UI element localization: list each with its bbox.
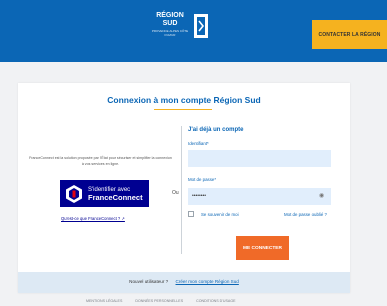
or-separator: Ou: [172, 190, 179, 196]
logo-line-1: RÉGION: [156, 12, 184, 19]
login-card: Connexion à mon compte Région Sud France…: [18, 83, 350, 293]
vertical-divider: [181, 126, 182, 254]
password-input[interactable]: ••••••••: [188, 188, 331, 205]
create-account-link[interactable]: Créer mon compte Région Sud: [176, 279, 239, 284]
footer-links: MENTIONS LÉGALES DONNÉES PERSONNELLES CO…: [86, 299, 248, 303]
logo-subtitle: PROVENCE ALPES CÔTE D'AZUR: [151, 29, 189, 37]
signup-band: Nouvel utilisateur ? Créer mon compte Ré…: [18, 272, 350, 293]
existing-account-heading: J'ai déjà un compte: [188, 127, 244, 133]
franceconnect-button[interactable]: S'identifier avec FranceConnect: [60, 180, 149, 207]
contact-region-button[interactable]: CONTACTER LA RÉGION: [312, 20, 387, 49]
remember-me[interactable]: Se souvenir de moi: [188, 211, 239, 217]
footer-link-terms[interactable]: CONDITIONS D'USAGE: [196, 299, 235, 303]
page-title: Connexion à mon compte Région Sud: [107, 95, 261, 105]
logo-text: RÉGION SUD PROVENCE ALPES CÔTE D'AZUR: [148, 12, 192, 37]
franceconnect-button-text: S'identifier avec FranceConnect: [88, 186, 143, 202]
signup-row: Nouvel utilisateur ? Créer mon compte Ré…: [18, 279, 350, 284]
password-label: Mot de passe*: [188, 177, 217, 182]
region-sud-logo[interactable]: RÉGION SUD PROVENCE ALPES CÔTE D'AZUR: [148, 12, 218, 52]
franceconnect-info-link[interactable]: Qu'est-ce que FranceConnect ? ↗: [61, 216, 125, 221]
eye-icon[interactable]: ◉: [319, 192, 324, 200]
login-button[interactable]: ME CONNECTER: [236, 236, 289, 260]
franceconnect-logo-icon: [66, 184, 82, 203]
site-header: RÉGION SUD PROVENCE ALPES CÔTE D'AZUR CO…: [0, 0, 387, 62]
remember-label: Se souvenir de moi: [201, 211, 239, 217]
logo-line-2: SUD: [162, 20, 178, 27]
forgot-password-link[interactable]: Mot de passe oublié ?: [284, 212, 327, 217]
new-user-text: Nouvel utilisateur ?: [129, 279, 169, 284]
franceconnect-description: FranceConnect est la solution proposée p…: [29, 156, 172, 166]
remember-checkbox[interactable]: [188, 211, 194, 217]
region-emblem-icon: [194, 14, 208, 38]
identifier-input[interactable]: [188, 150, 331, 167]
title-underline: [154, 109, 212, 110]
identifier-label: Identifiant*: [188, 141, 209, 146]
franceconnect-button-line2: FranceConnect: [88, 192, 143, 202]
footer-link-privacy[interactable]: DONNÉES PERSONNELLES: [135, 299, 183, 303]
footer-link-legal[interactable]: MENTIONS LÉGALES: [86, 299, 122, 303]
